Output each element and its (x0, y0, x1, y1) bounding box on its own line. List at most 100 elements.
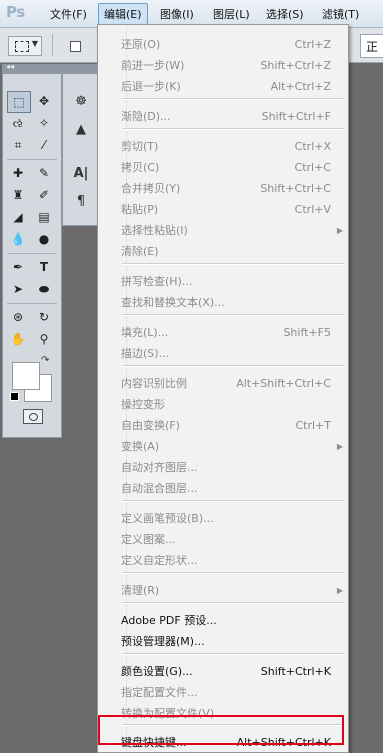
menu-item-label: 自由变换(F) (121, 419, 180, 432)
submenu-arrow-icon: ▶ (336, 586, 343, 595)
blur-tool-icon[interactable]: 💧 (7, 229, 29, 249)
menu-item-label: 前进一步(W) (121, 59, 185, 72)
magic-wand-tool-icon[interactable]: ✧ (33, 113, 55, 133)
menu-image[interactable]: 图像(I) (160, 6, 194, 22)
hand-tool-icon[interactable]: ✋ (7, 329, 29, 349)
menu-edit[interactable]: 编辑(E) (98, 3, 148, 25)
menu-item[interactable]: 自动对齐图层... (121, 458, 331, 478)
rect-marquee-icon (15, 41, 29, 52)
menu-item-label: 清除(E) (121, 245, 159, 258)
menu-item[interactable]: 定义自定形状... (121, 551, 331, 571)
menu-item-label: 预设管理器(M)... (121, 635, 205, 648)
default-colors-icon[interactable] (10, 392, 19, 401)
menu-item[interactable]: 变换(A) ▶ (121, 437, 343, 457)
panel-dock-header[interactable] (63, 65, 99, 74)
lasso-tool-icon[interactable]: ઌ (7, 113, 29, 133)
quick-mask-button[interactable] (23, 409, 43, 424)
new-selection-icon[interactable] (70, 41, 81, 52)
menu-item-label: 剪切(T) (121, 140, 159, 153)
gradient-tool-icon[interactable]: ▤ (33, 207, 55, 227)
menu-item[interactable]: 自动混合图层... (121, 479, 331, 499)
menu-item[interactable]: 描边(S)... (121, 344, 331, 364)
menu-separator (122, 314, 344, 316)
menu-file[interactable]: 文件(F) (50, 6, 87, 22)
toolbox: ◂◂ ⬚ ✥ ઌ ✧ ⌗ ⁄ ✚ ✎ ♜ ✐ ◢ ▤ 💧 ● ✒ T ➤ ⬬ ⊛… (2, 62, 62, 438)
menu-item[interactable]: 自由变换(F) Ctrl+T (121, 416, 331, 436)
pen-tool-icon[interactable]: ✒ (7, 257, 29, 277)
character-panel-icon[interactable]: A| (71, 163, 91, 183)
collapse-icon[interactable]: ◂◂ (6, 62, 14, 71)
type-tool-icon[interactable]: T (33, 257, 55, 277)
menu-layer[interactable]: 图层(L) (213, 6, 250, 22)
ellipse-tool-icon[interactable]: ⬬ (33, 279, 55, 299)
3d-orbit-tool-icon[interactable]: ↻ (33, 307, 55, 327)
menu-item[interactable]: 填充(L)... Shift+F5 (121, 323, 331, 343)
menu-item[interactable]: 拼写检查(H)... (121, 272, 331, 292)
menu-item[interactable]: 键盘快捷键... Alt+Shift+Ctrl+K (121, 733, 331, 753)
menu-item-shortcut: Alt+Shift+Ctrl+C (236, 377, 331, 390)
menu-item[interactable]: 转换为配置文件(V)... (121, 704, 331, 724)
histogram-panel-icon[interactable]: ▲ (71, 119, 91, 139)
move-tool-icon[interactable]: ✥ (33, 91, 55, 111)
menu-item[interactable]: 合并拷贝(Y) Shift+Ctrl+C (121, 179, 331, 199)
menu-item[interactable]: 后退一步(K) Alt+Ctrl+Z (121, 77, 331, 97)
menu-item[interactable]: 前进一步(W) Shift+Ctrl+Z (121, 56, 331, 76)
rect-marquee-tool-icon[interactable]: ⬚ (7, 91, 31, 113)
menu-item[interactable]: 选择性粘贴(I) ▶ (121, 221, 343, 241)
menu-item-label: 转换为配置文件(V)... (121, 707, 225, 720)
menu-filter[interactable]: 滤镜(T) (322, 6, 359, 22)
panel-dock: ☸ ▲ A| ¶ (62, 64, 100, 226)
eyedropper-tool-icon[interactable]: ⁄ (33, 135, 55, 155)
menu-item[interactable]: 操控变形 (121, 395, 331, 415)
menu-item[interactable]: 清除(E) (121, 242, 331, 262)
menu-item-shortcut: Shift+F5 (283, 326, 331, 339)
menu-item[interactable]: 定义画笔预设(B)... (121, 509, 331, 529)
crop-tool-icon[interactable]: ⌗ (7, 135, 29, 155)
menu-item[interactable]: 剪切(T) Ctrl+X (121, 137, 331, 157)
menu-item-shortcut: Ctrl+X (294, 140, 331, 153)
menu-separator (122, 500, 344, 502)
3d-rotate-tool-icon[interactable]: ⊛ (7, 307, 29, 327)
menu-item[interactable]: 渐隐(D)... Shift+Ctrl+F (121, 107, 331, 127)
menu-item[interactable]: 预设管理器(M)... (121, 632, 331, 652)
menu-item-label: 清理(R) (121, 584, 160, 597)
menu-item-shortcut: Ctrl+V (294, 203, 331, 216)
navigator-panel-icon[interactable]: ☸ (71, 91, 91, 111)
menu-item[interactable]: 颜色设置(G)... Shift+Ctrl+K (121, 662, 331, 682)
menu-item[interactable]: 粘贴(P) Ctrl+V (121, 200, 331, 220)
path-selection-tool-icon[interactable]: ➤ (7, 279, 29, 299)
tool-preset-picker[interactable]: ▼ (8, 36, 42, 56)
menu-item[interactable]: Adobe PDF 预设... (121, 611, 331, 631)
dodge-tool-icon[interactable]: ● (33, 229, 55, 249)
menu-item[interactable]: 拷贝(C) Ctrl+C (121, 158, 331, 178)
toolbox-header[interactable]: ◂◂ (3, 62, 61, 74)
menu-item[interactable]: 内容识别比例 Alt+Shift+Ctrl+C (121, 374, 331, 394)
menu-item-label: 定义自定形状... (121, 554, 198, 567)
eraser-tool-icon[interactable]: ◢ (7, 207, 29, 227)
menu-item[interactable]: 指定配置文件... (121, 683, 331, 703)
toolbox-divider (7, 159, 57, 160)
photoshop-logo: Ps (6, 3, 25, 21)
menu-item[interactable]: 查找和替换文本(X)... (121, 293, 331, 313)
healing-brush-tool-icon[interactable]: ✚ (7, 163, 29, 183)
edit-menu-dropdown: 还原(O) Ctrl+Z 前进一步(W) Shift+Ctrl+Z 后退一步(K) Alt… (97, 24, 349, 753)
menu-item-label: 指定配置文件... (121, 686, 198, 699)
menu-item[interactable]: 定义图案... (121, 530, 331, 550)
swap-colors-icon[interactable]: ↷ (41, 355, 49, 366)
menu-item[interactable]: 还原(O) Ctrl+Z (121, 35, 331, 55)
menu-item-shortcut: Ctrl+Z (294, 38, 331, 51)
history-brush-tool-icon[interactable]: ✐ (33, 185, 55, 205)
menu-select[interactable]: 选择(S) (266, 6, 304, 22)
submenu-arrow-icon: ▶ (336, 226, 343, 235)
menu-item-shortcut: Alt+Shift+Ctrl+K (236, 736, 331, 749)
brush-tool-icon[interactable]: ✎ (33, 163, 55, 183)
menu-separator (122, 263, 344, 265)
menu-item-label: Adobe PDF 预设... (121, 614, 217, 627)
paragraph-panel-icon[interactable]: ¶ (71, 191, 91, 211)
foreground-color-swatch[interactable] (12, 362, 40, 390)
menu-item-label: 操控变形 (121, 398, 165, 411)
clone-stamp-tool-icon[interactable]: ♜ (7, 185, 29, 205)
menu-item-label: 后退一步(K) (121, 80, 181, 93)
zoom-tool-icon[interactable]: ⚲ (33, 329, 55, 349)
menu-item[interactable]: 清理(R) ▶ (121, 581, 343, 601)
